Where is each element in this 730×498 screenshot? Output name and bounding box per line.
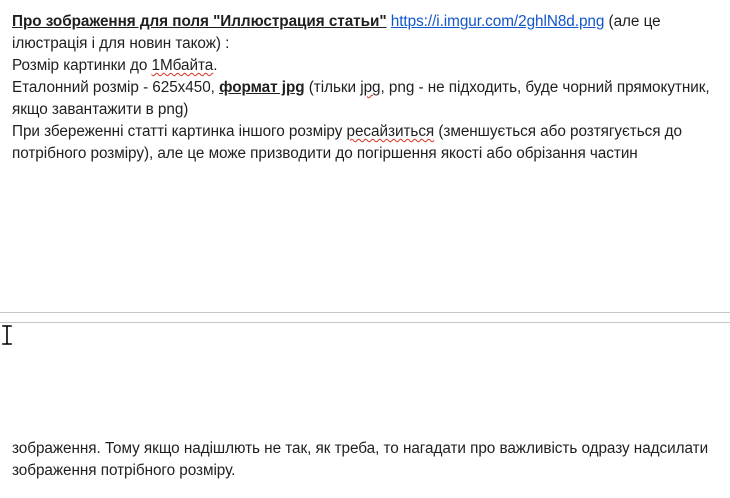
document-body-text[interactable]: Про зображення для поля "Иллюстрация ста…: [12, 11, 717, 165]
imgur-link[interactable]: https://i.imgur.com/2ghlN8d.png: [391, 13, 605, 30]
size-limit-text: Розмір картинки до: [12, 57, 152, 74]
paragraph-resize-note: При збереженні статті картинка іншого ро…: [12, 121, 717, 165]
jpg-word: jpg: [360, 79, 381, 96]
section-heading: Про зображення для поля "Иллюстрация ста…: [12, 13, 387, 30]
paragraph-heading-line: Про зображення для поля "Иллюстрация ста…: [12, 11, 717, 55]
page-break: [0, 312, 730, 323]
reference-size-text: Еталонний розмір - 625x450,: [12, 79, 220, 96]
size-limit-value: 1Мбайта: [151, 57, 214, 74]
paragraph-continued: зображення. Тому якщо надішлють не так, …: [12, 440, 709, 479]
document-body-text-continued[interactable]: зображення. Тому якщо надішлють не так, …: [12, 438, 717, 482]
resize-word: ресайзиться: [346, 123, 435, 140]
resize-note-text: При збереженні статті картинка іншого ро…: [12, 123, 347, 140]
text-cursor-icon: [2, 325, 12, 345]
document-page-1: Про зображення для поля "Иллюстрация ста…: [0, 0, 730, 312]
paragraph-reference-size: Еталонний розмір - 625x450, формат jpg (…: [12, 77, 717, 121]
format-note-open: (тільки: [304, 79, 361, 96]
size-limit-end: .: [213, 57, 218, 74]
format-jpg-label: формат jpg: [219, 79, 305, 96]
paragraph-size-limit: Розмір картинки до 1Мбайта.: [12, 55, 717, 77]
